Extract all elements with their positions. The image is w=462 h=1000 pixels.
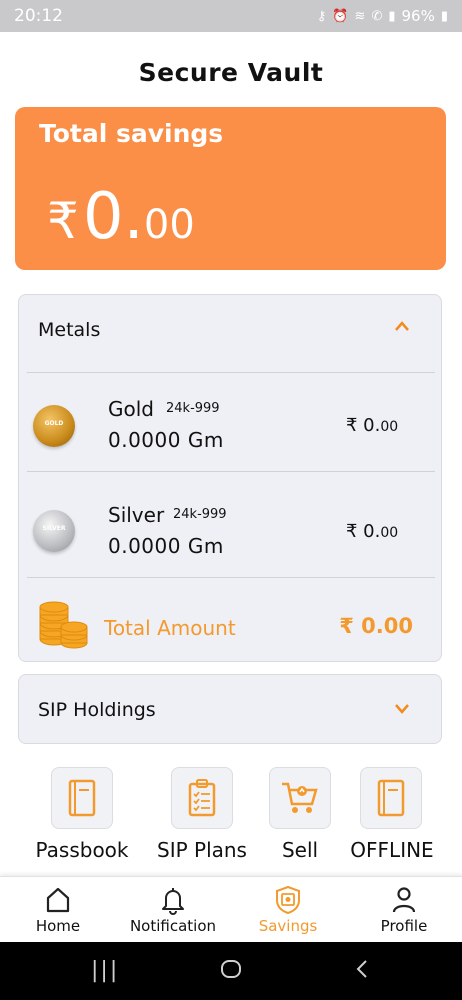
page-title: Secure Vault: [138, 58, 324, 87]
silver-coin-icon: SILVER: [33, 510, 75, 552]
nav-notification-label: Notification: [129, 917, 217, 935]
silver-purity: 24k-999: [173, 507, 227, 522]
battery-icon: ▮: [440, 8, 448, 24]
total-savings-amount: ₹0.00: [47, 177, 195, 265]
offline-button[interactable]: [360, 767, 422, 829]
savings-decimal: 00: [143, 202, 195, 248]
chevron-up-icon[interactable]: [393, 317, 411, 338]
divider: [27, 577, 435, 578]
chevron-down-icon[interactable]: [393, 699, 411, 720]
sell-button[interactable]: [269, 767, 331, 829]
sip-plans-button[interactable]: [171, 767, 233, 829]
cart-icon: [282, 782, 318, 813]
nav-savings[interactable]: Savings: [248, 877, 328, 943]
gold-coin-icon: GOLD: [33, 405, 75, 447]
sip-plans-label[interactable]: SIP Plans: [146, 838, 258, 862]
coins-stack-icon: [39, 601, 88, 649]
silver-name: Silver: [108, 503, 165, 527]
nav-profile-label: Profile: [380, 917, 428, 935]
total-amount-value: ₹ 0.00: [339, 614, 413, 638]
silver-value: ₹ 0.00: [346, 521, 399, 542]
nav-home[interactable]: Home: [20, 877, 96, 943]
person-icon: [392, 887, 416, 913]
sip-holdings-panel[interactable]: SIP Holdings: [18, 674, 442, 744]
book-icon: [377, 779, 405, 817]
status-time: 20:12: [14, 6, 63, 26]
status-bar: 20:12 ⚷ ⏰ ≋ ✆ ▮ 96% ▮: [0, 0, 462, 32]
signal-icon: ▮: [388, 8, 396, 24]
gold-value: ₹ 0.00: [346, 415, 399, 436]
back-icon[interactable]: [355, 958, 369, 986]
call-icon: ✆: [371, 8, 383, 24]
savings-integer: 0.: [82, 180, 144, 254]
system-navigation-bar: |||: [0, 942, 462, 1000]
vault-icon: [276, 885, 300, 915]
offline-label[interactable]: OFFLINE: [336, 838, 448, 862]
sip-holdings-header[interactable]: SIP Holdings: [38, 699, 156, 721]
sell-label[interactable]: Sell: [250, 838, 350, 862]
silver-quantity: 0.0000 Gm: [108, 534, 224, 558]
key-icon: ⚷: [316, 8, 327, 24]
home-icon: [46, 887, 70, 913]
bell-icon: [162, 888, 184, 915]
divider: [27, 372, 435, 373]
wifi-icon: ≋: [354, 8, 366, 24]
home-circle-icon[interactable]: [220, 958, 242, 986]
total-savings-label: Total savings: [39, 119, 224, 148]
clipboard-icon: [188, 779, 216, 817]
nav-notification[interactable]: Notification: [118, 877, 228, 943]
currency-symbol: ₹: [47, 192, 79, 250]
nav-savings-label: Savings: [258, 917, 318, 935]
gold-purity: 24k-999: [166, 401, 220, 416]
metals-header[interactable]: Metals: [38, 319, 100, 341]
alarm-icon: ⏰: [332, 8, 349, 24]
recents-icon[interactable]: |||: [91, 958, 119, 983]
metals-panel: Metals GOLD Gold 24k-999 0.0000 Gm ₹ 0.0…: [18, 294, 442, 662]
bottom-navigation: Home Notification Savings Profile: [0, 876, 462, 943]
battery-level: 96%: [401, 7, 435, 25]
passbook-label[interactable]: Passbook: [26, 838, 138, 862]
total-savings-card: Total savings ₹0.00: [15, 107, 446, 270]
nav-profile[interactable]: Profile: [366, 877, 442, 943]
book-icon: [68, 779, 96, 817]
passbook-button[interactable]: [51, 767, 113, 829]
divider: [27, 471, 435, 472]
nav-home-label: Home: [35, 917, 81, 935]
total-amount-label: Total Amount: [104, 616, 236, 640]
gold-quantity: 0.0000 Gm: [108, 428, 224, 452]
gold-name: Gold: [108, 397, 154, 421]
status-icons: ⚷ ⏰ ≋ ✆ ▮ 96% ▮: [317, 7, 448, 25]
